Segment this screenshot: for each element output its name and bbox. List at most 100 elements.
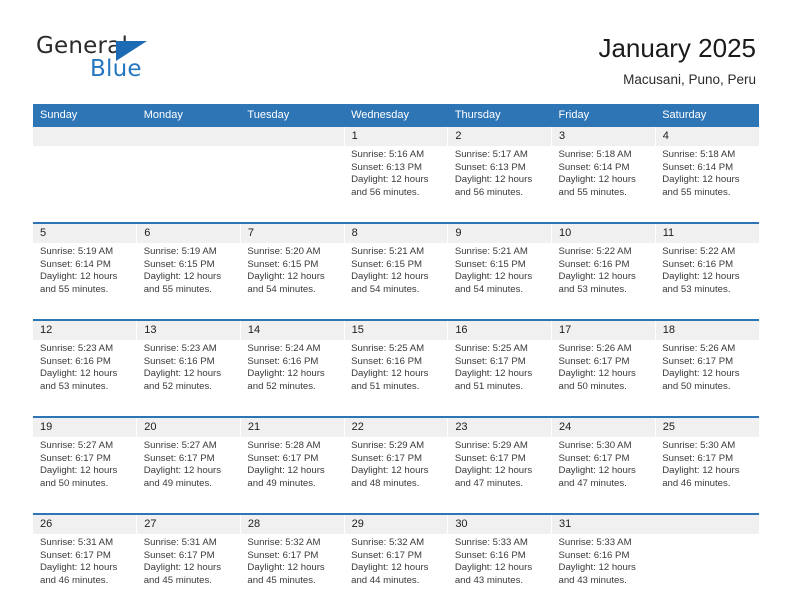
daylight-text-line2: and 49 minutes. xyxy=(247,477,316,489)
daylight-text-line1: Daylight: 12 hours xyxy=(454,465,533,477)
daylight-text-line1: Daylight: 12 hours xyxy=(143,465,222,477)
daylight-text-line1: Daylight: 12 hours xyxy=(351,562,429,574)
day-number[interactable]: 26 xyxy=(33,513,137,534)
day-cell[interactable]: Sunrise: 5:19 AM Sunset: 6:15 PM Daylight:… xyxy=(136,243,241,320)
calendar-body: 1 2 3 4 Sunrise: 5:16 AM Sunset: 6:13 PM Dayli… xyxy=(33,127,759,610)
day-cell[interactable]: Sunrise: 5:31 AM Sunset: 6:17 PM Daylight:… xyxy=(33,534,137,610)
day-number[interactable]: 25 xyxy=(654,416,759,437)
day-cell[interactable]: Sunrise: 5:16 AM Sunset: 6:13 PM Daylight:… xyxy=(344,146,448,223)
day-cell[interactable]: Sunrise: 5:32 AM Sunset: 6:17 PM Daylight:… xyxy=(240,534,345,610)
day-cell[interactable]: Sunrise: 5:33 AM Sunset: 6:16 PM Daylight:… xyxy=(447,534,552,610)
daylight-text-line2: and 55 minutes. xyxy=(143,283,212,295)
day-number[interactable]: 2 xyxy=(447,127,552,146)
day-cell[interactable]: Sunrise: 5:22 AM Sunset: 6:16 PM Daylight:… xyxy=(551,243,656,320)
day-number[interactable]: 9 xyxy=(447,222,552,243)
daylight-text-line1: Daylight: 12 hours xyxy=(454,174,533,186)
day-number[interactable]: 22 xyxy=(343,416,448,437)
day-cell[interactable]: Sunrise: 5:20 AM Sunset: 6:15 PM Daylight:… xyxy=(240,243,345,320)
day-cell[interactable]: Sunrise: 5:23 AM Sunset: 6:16 PM Daylight:… xyxy=(33,340,137,417)
day-number[interactable]: 5 xyxy=(33,222,137,243)
day-number[interactable]: 29 xyxy=(343,513,448,534)
day-cell[interactable]: Sunrise: 5:29 AM Sunset: 6:17 PM Daylight:… xyxy=(344,437,448,514)
day-number[interactable]: 16 xyxy=(447,319,552,340)
day-cell[interactable]: Sunrise: 5:27 AM Sunset: 6:17 PM Daylight:… xyxy=(136,437,241,514)
day-number[interactable]: 6 xyxy=(136,222,241,243)
generalblue-logo[interactable]: General Blue xyxy=(36,33,216,85)
day-cell[interactable]: Sunrise: 5:18 AM Sunset: 6:14 PM Daylight:… xyxy=(655,146,759,223)
day-number[interactable]: 27 xyxy=(136,513,241,534)
day-cell[interactable]: Sunrise: 5:32 AM Sunset: 6:17 PM Daylight:… xyxy=(344,534,448,610)
sunset-text: Sunset: 6:17 PM xyxy=(40,549,111,561)
day-number[interactable]: 18 xyxy=(654,319,759,340)
day-number[interactable]: 21 xyxy=(239,416,345,437)
day-cell[interactable]: Sunrise: 5:19 AM Sunset: 6:14 PM Daylight:… xyxy=(33,243,137,320)
day-cell[interactable]: Sunrise: 5:26 AM Sunset: 6:17 PM Daylight:… xyxy=(551,340,656,417)
daylight-text-line2: and 53 minutes. xyxy=(662,283,731,295)
daylight-text-line2: and 55 minutes. xyxy=(662,186,731,198)
daylight-text-line2: and 53 minutes. xyxy=(558,283,627,295)
day-cell[interactable]: Sunrise: 5:21 AM Sunset: 6:15 PM Daylight:… xyxy=(344,243,448,320)
daylight-text-line1: Daylight: 12 hours xyxy=(662,174,740,186)
day-cell[interactable]: Sunrise: 5:17 AM Sunset: 6:13 PM Daylight:… xyxy=(447,146,552,223)
day-cell[interactable]: Sunrise: 5:29 AM Sunset: 6:17 PM Daylight:… xyxy=(447,437,552,514)
day-number[interactable]: 4 xyxy=(654,127,759,146)
day-number[interactable]: 8 xyxy=(343,222,448,243)
day-number[interactable]: 14 xyxy=(239,319,345,340)
day-cell[interactable]: Sunrise: 5:27 AM Sunset: 6:17 PM Daylight:… xyxy=(33,437,137,514)
sunrise-text: Sunrise: 5:21 AM xyxy=(454,246,528,257)
daylight-text-line1: Daylight: 12 hours xyxy=(247,368,325,380)
day-number[interactable]: 1 xyxy=(343,127,448,146)
weekday-header-thursday: Thursday xyxy=(447,104,552,127)
daylight-text-line2: and 43 minutes. xyxy=(454,574,524,586)
daylight-text-line2: and 46 minutes. xyxy=(40,574,109,586)
day-number[interactable]: 17 xyxy=(551,319,656,340)
calendar-table: Sunday Monday Tuesday Wednesday Thursday… xyxy=(33,104,759,610)
daylight-text-line2: and 43 minutes. xyxy=(558,574,627,586)
day-cell[interactable]: Sunrise: 5:30 AM Sunset: 6:17 PM Daylight:… xyxy=(655,437,759,514)
day-cell[interactable]: Sunrise: 5:31 AM Sunset: 6:17 PM Daylight:… xyxy=(136,534,241,610)
day-number[interactable]: 20 xyxy=(136,416,241,437)
daylight-text-line1: Daylight: 12 hours xyxy=(247,465,325,477)
daylight-text-line1: Daylight: 12 hours xyxy=(558,465,636,477)
title-block: January 2025 Macusani, Puno, Peru xyxy=(598,32,756,90)
day-cell[interactable]: Sunrise: 5:25 AM Sunset: 6:16 PM Daylight:… xyxy=(344,340,448,417)
day-number[interactable]: 13 xyxy=(136,319,241,340)
day-cell[interactable]: Sunrise: 5:24 AM Sunset: 6:16 PM Daylight:… xyxy=(240,340,345,417)
daylight-text-line1: Daylight: 12 hours xyxy=(351,368,429,380)
day-cell[interactable]: Sunrise: 5:21 AM Sunset: 6:15 PM Daylight:… xyxy=(447,243,552,320)
daylight-text-line2: and 55 minutes. xyxy=(40,283,109,295)
day-number[interactable]: 7 xyxy=(239,222,345,243)
sunrise-text: Sunrise: 5:33 AM xyxy=(454,537,528,548)
day-cell[interactable]: Sunrise: 5:30 AM Sunset: 6:17 PM Daylight:… xyxy=(551,437,656,514)
sunrise-text: Sunrise: 5:28 AM xyxy=(247,440,321,451)
sunset-text: Sunset: 6:17 PM xyxy=(143,452,215,464)
day-cell[interactable]: Sunrise: 5:22 AM Sunset: 6:16 PM Daylight:… xyxy=(655,243,759,320)
day-cell[interactable]: Sunrise: 5:28 AM Sunset: 6:17 PM Daylight:… xyxy=(240,437,345,514)
day-number[interactable]: 12 xyxy=(33,319,137,340)
sunrise-text: Sunrise: 5:19 AM xyxy=(143,246,217,257)
sunrise-text: Sunrise: 5:23 AM xyxy=(40,343,114,354)
day-number[interactable]: 11 xyxy=(654,222,759,243)
sunset-text: Sunset: 6:17 PM xyxy=(247,452,319,464)
day-number[interactable]: 15 xyxy=(343,319,448,340)
day-number[interactable]: 31 xyxy=(551,513,656,534)
sunset-text: Sunset: 6:14 PM xyxy=(662,161,734,173)
day-number[interactable]: 30 xyxy=(447,513,552,534)
day-number[interactable]: 23 xyxy=(447,416,552,437)
day-number[interactable]: 24 xyxy=(551,416,656,437)
week-number-row: 5 6 7 8 9 10 11 xyxy=(33,222,759,243)
day-number[interactable]: 28 xyxy=(239,513,345,534)
sunset-text: Sunset: 6:14 PM xyxy=(40,258,111,270)
sunrise-text: Sunrise: 5:33 AM xyxy=(558,537,632,548)
day-cell[interactable]: Sunrise: 5:33 AM Sunset: 6:16 PM Daylight:… xyxy=(551,534,656,610)
day-number[interactable]: 3 xyxy=(551,127,656,146)
day-cell[interactable]: Sunrise: 5:26 AM Sunset: 6:17 PM Daylight:… xyxy=(655,340,759,417)
day-cell[interactable]: Sunrise: 5:18 AM Sunset: 6:14 PM Daylight:… xyxy=(551,146,656,223)
day-cell[interactable]: Sunrise: 5:25 AM Sunset: 6:17 PM Daylight:… xyxy=(447,340,552,417)
day-number[interactable]: 19 xyxy=(33,416,137,437)
day-cell[interactable]: Sunrise: 5:23 AM Sunset: 6:16 PM Daylight:… xyxy=(136,340,241,417)
daylight-text-line2: and 45 minutes. xyxy=(247,574,316,586)
day-number[interactable]: 10 xyxy=(551,222,656,243)
sunrise-text: Sunrise: 5:22 AM xyxy=(558,246,632,257)
day-cell-empty xyxy=(240,146,345,223)
